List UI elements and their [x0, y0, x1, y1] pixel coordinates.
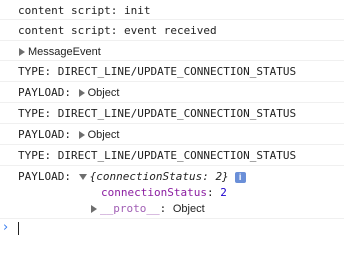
- expand-triangle-icon: [78, 88, 85, 97]
- object-property: connectionStatus: 2: [101, 186, 227, 199]
- console-message: content script: event received: [0, 20, 344, 41]
- object-preview: MessageEvent: [28, 46, 101, 58]
- object-tree-toggle[interactable]: Object: [78, 86, 120, 99]
- console-message: TYPE: DIRECT_LINE/UPDATE_CONNECTION_STAT…: [0, 61, 344, 82]
- object-preview: Object: [87, 129, 120, 141]
- expand-triangle-icon: [19, 47, 25, 56]
- object-tree-toggle[interactable]: MessageEvent: [18, 45, 101, 59]
- prompt-chevron-icon: ›: [3, 220, 9, 235]
- proto-value: Object: [172, 203, 205, 215]
- proto-property[interactable]: __proto__: Object: [90, 202, 205, 216]
- console-message: PAYLOAD: Object: [0, 124, 344, 145]
- object-tree-toggle[interactable]: Object: [78, 128, 120, 141]
- console-message: TYPE: DIRECT_LINE/UPDATE_CONNECTION_STAT…: [0, 103, 344, 124]
- property-colon: :: [206, 186, 214, 199]
- console-message: PAYLOAD: Object: [0, 82, 344, 103]
- collapse-triangle-icon: [78, 173, 87, 180]
- expand-triangle-icon: [78, 130, 85, 139]
- expand-triangle-icon: [91, 204, 97, 213]
- object-tree-toggle[interactable]: {connectionStatus: 2}: [78, 170, 229, 183]
- console-panel: content script: init content script: eve…: [0, 0, 344, 253]
- payload-label: PAYLOAD:: [18, 170, 71, 183]
- console-message: MessageEvent: [0, 41, 344, 61]
- payload-label: PAYLOAD:: [18, 86, 71, 99]
- property-key: connectionStatus: [101, 186, 207, 199]
- object-preview: Object: [87, 87, 120, 99]
- payload-label: PAYLOAD:: [18, 128, 71, 141]
- console-message-text: TYPE: DIRECT_LINE/UPDATE_CONNECTION_STAT…: [18, 149, 297, 162]
- console-message-expanded: PAYLOAD: {connectionStatus: 2} i connecti…: [0, 166, 344, 219]
- console-message-text: TYPE: DIRECT_LINE/UPDATE_CONNECTION_STAT…: [18, 107, 297, 120]
- object-preview: {connectionStatus: 2}: [89, 170, 229, 183]
- proto-colon: :: [159, 202, 167, 215]
- info-icon[interactable]: i: [234, 171, 246, 183]
- console-message: TYPE: DIRECT_LINE/UPDATE_CONNECTION_STAT…: [0, 145, 344, 166]
- console-message-text: TYPE: DIRECT_LINE/UPDATE_CONNECTION_STAT…: [18, 65, 297, 78]
- proto-key: __proto__: [100, 202, 160, 215]
- console-prompt[interactable]: ›: [0, 219, 344, 239]
- console-message-text: content script: init: [18, 4, 151, 17]
- console-message-text: content script: event received: [18, 24, 217, 37]
- property-value: 2: [220, 186, 227, 199]
- console-message: content script: init: [0, 0, 344, 20]
- text-caret: [18, 222, 19, 235]
